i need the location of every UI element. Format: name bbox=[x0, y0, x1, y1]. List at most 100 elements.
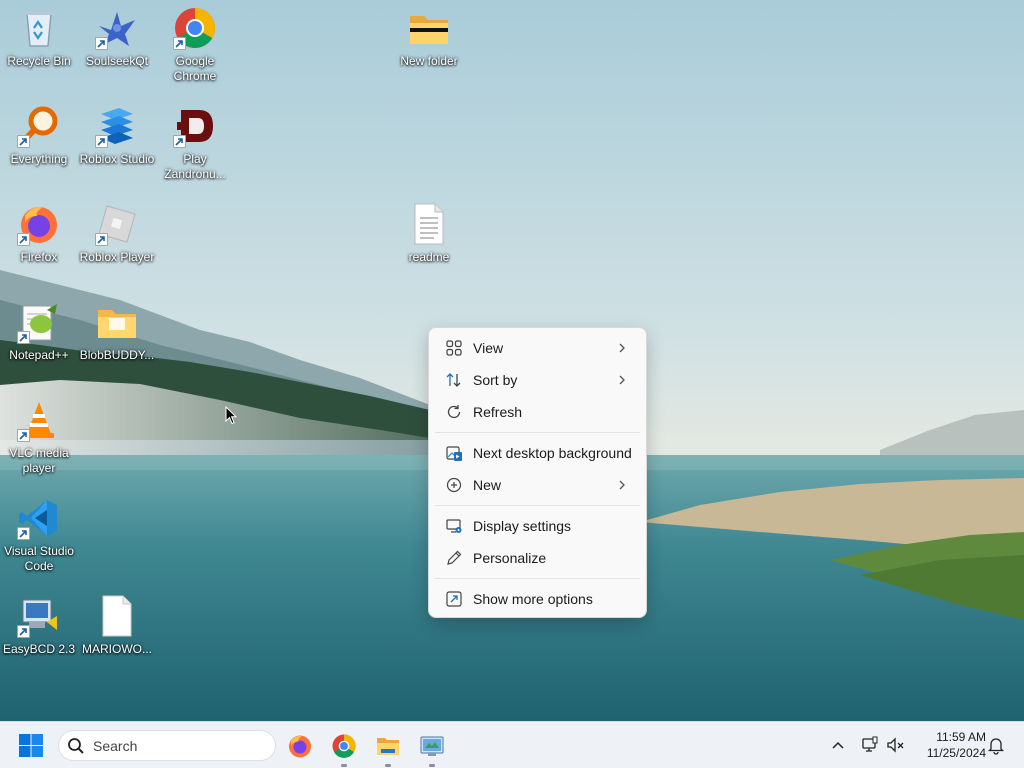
roblox-player-icon bbox=[95, 202, 139, 246]
taskbar-app-firefox[interactable] bbox=[284, 730, 316, 762]
menu-item-refresh[interactable]: Refresh bbox=[433, 396, 642, 428]
menu-item-sort-by[interactable]: Sort by bbox=[433, 364, 642, 396]
desktop-icon-label: Roblox Studio bbox=[79, 152, 155, 166]
menu-item-personalize[interactable]: Personalize bbox=[433, 542, 642, 574]
search-input[interactable] bbox=[93, 737, 263, 754]
desktop-icon-play-zandronum[interactable]: Play Zandronu... bbox=[156, 98, 234, 190]
desktop-icon-blobbuddy-folder[interactable]: BlobBUDDY... bbox=[78, 294, 156, 386]
chevron-right-icon bbox=[616, 341, 628, 355]
show-hidden-icons-button[interactable] bbox=[828, 735, 848, 755]
menu-item-show-more-options[interactable]: Show more options bbox=[433, 583, 642, 615]
desktop-icon-roblox-studio[interactable]: Roblox Studio bbox=[78, 98, 156, 190]
chevron-right-icon bbox=[616, 478, 628, 492]
taskbar-search-box[interactable] bbox=[58, 730, 276, 761]
menu-item-new[interactable]: New bbox=[433, 469, 642, 501]
menu-item-view[interactable]: View bbox=[433, 332, 642, 364]
taskbar-clock[interactable]: 11:59 AM 11/25/2024 bbox=[914, 729, 986, 761]
desktop-icon-everything[interactable]: Everything bbox=[0, 98, 78, 190]
desktop-icon-google-chrome[interactable]: Google Chrome bbox=[156, 0, 234, 92]
shortcut-arrow-icon bbox=[17, 331, 30, 344]
desktop-icon-label: Notepad++ bbox=[9, 348, 69, 362]
menu-separator bbox=[435, 505, 640, 506]
desktop-icon-new-folder[interactable]: New folder bbox=[390, 0, 468, 92]
desktop-icon-recycle-bin[interactable]: Recycle Bin bbox=[0, 0, 78, 92]
menu-item-label: Refresh bbox=[473, 404, 523, 420]
pen-icon bbox=[445, 549, 463, 567]
network-monitor-icon bbox=[862, 736, 878, 752]
desktop-icon-easybcd[interactable]: EasyBCD 2.3 bbox=[0, 588, 78, 680]
running-indicator bbox=[429, 764, 435, 767]
shortcut-arrow-icon bbox=[173, 37, 186, 50]
network-status-button[interactable] bbox=[860, 735, 880, 755]
chrome-icon bbox=[332, 734, 356, 758]
shortcut-arrow-icon bbox=[17, 527, 30, 540]
shortcut-arrow-icon bbox=[17, 625, 30, 638]
menu-item-display-settings[interactable]: Display settings bbox=[433, 510, 642, 542]
refresh-icon bbox=[445, 403, 463, 421]
show-more-options-icon bbox=[445, 590, 463, 608]
bell-icon bbox=[987, 738, 1005, 755]
menu-item-label: Show more options bbox=[473, 591, 593, 607]
desktop-icon-roblox-player[interactable]: Roblox Player bbox=[78, 196, 156, 288]
desktop-icon-readme[interactable]: readme bbox=[390, 196, 468, 288]
mouse-cursor-icon bbox=[225, 406, 237, 425]
notifications-button[interactable] bbox=[986, 735, 1006, 755]
taskbar-app-file-explorer[interactable] bbox=[372, 730, 404, 767]
file-explorer-icon bbox=[377, 738, 399, 755]
chrome-icon bbox=[173, 6, 217, 50]
menu-item-label: View bbox=[473, 340, 504, 356]
desktop-icon-vscode[interactable]: Visual Studio Code bbox=[0, 490, 78, 582]
menu-item-label: Next desktop background bbox=[473, 445, 632, 461]
start-button[interactable] bbox=[16, 732, 46, 760]
desktop-icon-label: Roblox Player bbox=[79, 250, 155, 264]
taskbar-app-chrome[interactable] bbox=[328, 730, 360, 767]
desktop-icon-label: readme bbox=[408, 250, 450, 264]
desktop-icon-firefox[interactable]: Firefox bbox=[0, 196, 78, 288]
clock-time: 11:59 AM bbox=[936, 730, 986, 744]
next-background-icon bbox=[445, 444, 463, 462]
notepadpp-icon bbox=[17, 300, 61, 344]
firefox-icon bbox=[289, 735, 311, 758]
desktop-icon-mariowo-file[interactable]: MARIOWO... bbox=[78, 588, 156, 680]
desktop-icon-label: Firefox bbox=[20, 250, 58, 264]
shortcut-arrow-icon bbox=[95, 233, 108, 246]
desktop-icon-label: BlobBUDDY... bbox=[79, 348, 155, 362]
shortcut-arrow-icon bbox=[17, 429, 30, 442]
menu-item-label: Sort by bbox=[473, 372, 518, 388]
desktop-icon-soulseekqt[interactable]: SoulseekQt bbox=[78, 0, 156, 92]
desktop-icon-label: EasyBCD 2.3 bbox=[2, 642, 76, 656]
volume-button[interactable] bbox=[886, 735, 906, 755]
menu-item-label: Personalize bbox=[473, 550, 547, 566]
shortcut-arrow-icon bbox=[95, 135, 108, 148]
desktop-icon-label: Play Zandronu... bbox=[164, 152, 226, 181]
vlc-icon bbox=[17, 398, 61, 442]
recycle-bin-icon bbox=[17, 6, 61, 50]
folder-icon bbox=[407, 6, 451, 50]
menu-item-label: Display settings bbox=[473, 518, 572, 534]
easybcd-icon bbox=[17, 594, 61, 638]
windows-logo-icon bbox=[19, 734, 43, 757]
shortcut-arrow-icon bbox=[173, 135, 186, 148]
display-settings-icon bbox=[445, 517, 463, 535]
desktop-icon-label: VLC media player bbox=[9, 446, 69, 475]
text-file-icon bbox=[407, 202, 451, 246]
menu-item-label: New bbox=[473, 477, 502, 493]
desktop-icon-label: SoulseekQt bbox=[85, 54, 149, 68]
sort-icon bbox=[445, 371, 463, 389]
control-panel-icon bbox=[420, 736, 444, 756]
menu-item-next-desktop-background[interactable]: Next desktop background bbox=[433, 437, 642, 469]
desktop-icon-label: Recycle Bin bbox=[7, 54, 71, 68]
desktop-icon-label: MARIOWO... bbox=[82, 642, 152, 656]
desktop-icon-label: Google Chrome bbox=[173, 54, 217, 83]
view-grid-icon bbox=[445, 339, 463, 357]
desktop-icon-notepadpp[interactable]: Notepad++ bbox=[0, 294, 78, 386]
desktop-icon-vlc[interactable]: VLC media player bbox=[0, 392, 78, 484]
vscode-icon bbox=[17, 496, 61, 540]
desktop-context-menu: View Sort by Refresh Next desktop backgr… bbox=[428, 327, 647, 618]
desktop-icon-label: New folder bbox=[400, 54, 458, 68]
chevron-right-icon bbox=[616, 373, 628, 387]
menu-separator bbox=[435, 432, 640, 433]
menu-separator bbox=[435, 578, 640, 579]
taskbar-app-control-panel[interactable] bbox=[416, 730, 448, 767]
running-indicator bbox=[385, 764, 391, 767]
